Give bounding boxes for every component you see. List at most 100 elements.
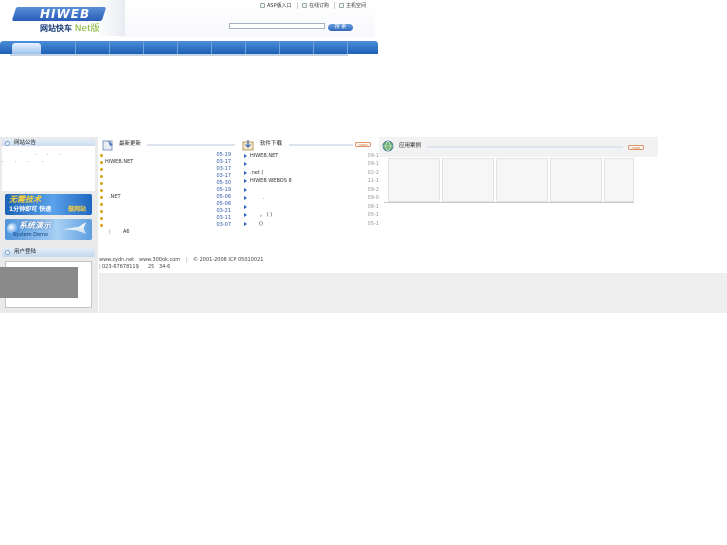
- footer-text: 34-6: [159, 264, 171, 270]
- list-item[interactable]: 03-17: [99, 166, 235, 173]
- news-item-date: 05-19: [216, 152, 231, 158]
- nav-item-6[interactable]: [178, 41, 212, 54]
- download-item-date: 05-1: [367, 212, 379, 218]
- nav-item-3[interactable]: [76, 41, 110, 54]
- list-item[interactable]: 03-07: [99, 222, 235, 229]
- list-item[interactable]: HIWEB WEBOS 8 11-1: [243, 177, 379, 185]
- arrow-icon: [244, 196, 247, 200]
- nav-item-9[interactable]: [280, 41, 314, 54]
- list-item[interactable]: . 09-0: [243, 194, 379, 202]
- nav-item-4[interactable]: [110, 41, 144, 54]
- list-item[interactable]: 03-17: [99, 173, 235, 180]
- case-thumbnail[interactable]: [550, 158, 602, 202]
- notice-mark: .: [15, 158, 17, 164]
- list-item[interactable]: 05-19: [99, 152, 235, 159]
- bullet-icon: [100, 217, 103, 220]
- list-item[interactable]: HIWEB.NET 09-1: [243, 152, 379, 160]
- header-background: [120, 0, 375, 37]
- cases-panel: 应用案例 more: [379, 137, 658, 157]
- case-thumbnail[interactable]: [388, 158, 440, 202]
- list-item[interactable]: 。 ( ) 05-1: [243, 211, 379, 219]
- hosting-link[interactable]: 主机空间: [339, 1, 366, 9]
- list-item[interactable]: 05-19: [99, 187, 235, 194]
- news-item-title[interactable]: .NET: [109, 194, 121, 201]
- list-item[interactable]: 05-30: [99, 180, 235, 187]
- bullet-icon: [100, 196, 103, 199]
- download-more-button[interactable]: more: [355, 142, 371, 147]
- nav-item-7[interactable]: [212, 41, 246, 54]
- cart-icon: [302, 2, 307, 8]
- list-item[interactable]: 09-2: [243, 186, 379, 194]
- download-item-date: 08-1: [367, 204, 379, 210]
- site-logo[interactable]: HIWEB 网站快车 Net版: [11, 7, 114, 37]
- list-item[interactable]: 03-21: [99, 208, 235, 215]
- list-item[interactable]: () 05-1: [243, 220, 379, 228]
- bullet-icon: [100, 168, 103, 171]
- list-item[interactable]: 09-1: [243, 160, 379, 168]
- list-item[interactable]: 03-11: [99, 215, 235, 222]
- nav-item-home[interactable]: [12, 43, 41, 54]
- news-item-date: 03-17: [216, 173, 231, 179]
- case-thumbnail[interactable]: [496, 158, 548, 202]
- news-item-date: 03-17: [216, 166, 231, 172]
- cases-more-button[interactable]: more: [628, 145, 644, 150]
- banner-headline: 系统演示: [19, 221, 51, 230]
- nav-item-5[interactable]: [144, 41, 178, 54]
- notice-mark: .: [2, 158, 4, 164]
- download-item-title[interactable]: (): [259, 220, 263, 228]
- main-nav: [0, 41, 378, 54]
- download-item-title[interactable]: 。 ( ): [260, 211, 272, 219]
- nav-item-2[interactable]: [42, 41, 76, 54]
- news-title-rule: [147, 144, 235, 146]
- footer-link[interactable]: www.300ok.com: [139, 257, 180, 264]
- list-item[interactable]: HIWEB.NET 03-17: [99, 159, 235, 166]
- cases-title-rule: [427, 146, 623, 148]
- bullet-icon: [5, 250, 10, 255]
- system-demo-banner[interactable]: 系统演示 System Demo: [5, 219, 92, 240]
- airplane-icon: [62, 222, 86, 234]
- banner-subline: 1分钟即可 快速: [9, 206, 52, 213]
- download-item-title[interactable]: HIWEB WEBOS 8: [250, 177, 292, 185]
- logo-subtitle-net: Net版: [74, 24, 100, 34]
- case-thumbnail[interactable]: [604, 158, 634, 202]
- search-input[interactable]: [229, 23, 325, 29]
- download-item-date: 05-1: [367, 221, 379, 227]
- footer-text: 25: [148, 264, 155, 270]
- arrow-icon: [244, 179, 247, 183]
- footer-phone: 023-67678119: [102, 264, 139, 270]
- list-item[interactable]: .NET 05-06: [99, 194, 235, 201]
- search-button[interactable]: 搜 索: [328, 24, 353, 31]
- arrow-icon: [244, 222, 247, 226]
- arrow-icon: [244, 154, 247, 158]
- notice-mark: .: [42, 158, 44, 164]
- case-thumbnail[interactable]: [442, 158, 494, 202]
- login-title: 用户登陆: [14, 249, 37, 255]
- banner-subline: System Demo: [13, 232, 49, 238]
- download-icon: [242, 140, 254, 151]
- banner-headline: 无需技术: [9, 195, 41, 204]
- online-order-link[interactable]: 在线订购: [302, 1, 336, 9]
- download-item-title[interactable]: .: [263, 194, 265, 202]
- news-item-date: 05-19: [216, 187, 231, 193]
- asp-entry-link[interactable]: ASP版入口: [260, 1, 298, 9]
- news-extra-text: A6: [123, 229, 130, 235]
- nav-item-11[interactable]: [348, 41, 382, 54]
- nav-underline: [10, 54, 348, 56]
- hosting-label: 主机空间: [346, 2, 367, 9]
- footer-link[interactable]: www.zydn.net: [99, 257, 134, 264]
- list-item[interactable]: 05-06: [99, 201, 235, 208]
- arrow-icon: [244, 188, 247, 192]
- download-item-title[interactable]: HIWEB.NET: [250, 152, 278, 160]
- server-icon: [339, 2, 344, 8]
- list-item[interactable]: 08-1: [243, 203, 379, 211]
- list-item[interactable]: .net (02-2: [243, 169, 379, 177]
- cases-divider: [384, 202, 634, 203]
- download-item-date: 09-1: [367, 161, 379, 167]
- nav-item-8[interactable]: [246, 41, 280, 54]
- news-item-title[interactable]: HIWEB.NET: [105, 159, 133, 166]
- no-tech-banner[interactable]: 无需技术 1分钟即可 快速 做网站: [5, 194, 92, 215]
- arrow-icon: [244, 162, 247, 166]
- nav-item-10[interactable]: [314, 41, 348, 54]
- download-item-title[interactable]: .net (: [250, 169, 263, 177]
- footer-divider: |: [186, 257, 188, 263]
